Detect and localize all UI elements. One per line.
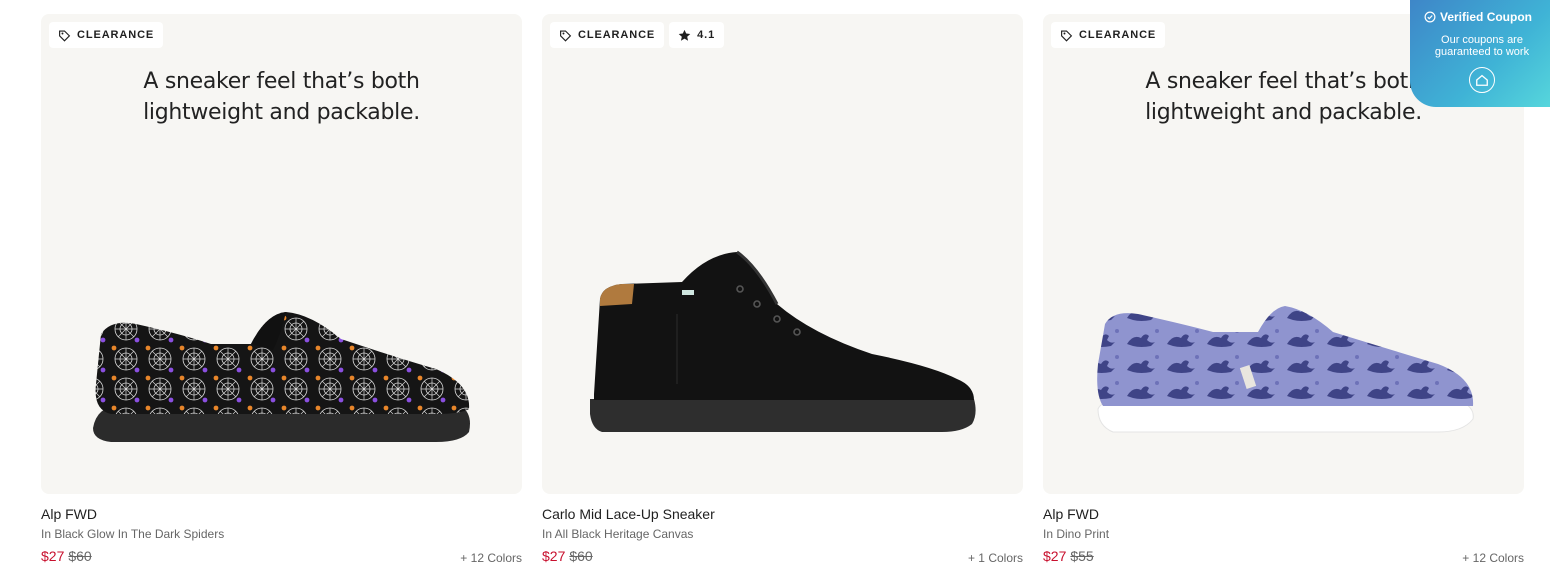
product-card[interactable]: CLEARANCE 4.1 Carlo Mid Lace-Up Sneaker …: [542, 14, 1023, 574]
color-count[interactable]: + 12 Colors: [1462, 551, 1524, 565]
home-icon: [1476, 74, 1488, 86]
color-count[interactable]: + 12 Colors: [460, 551, 522, 565]
price-row: $27 $55: [1043, 548, 1094, 564]
product-variant: In All Black Heritage Canvas: [542, 527, 694, 541]
product-grid: CLEARANCE A sneaker feel that’s both lig…: [41, 14, 1524, 574]
sale-price: $27: [1043, 548, 1067, 564]
coupon-title-row: Verified Coupon: [1424, 10, 1532, 24]
sale-price: $27: [41, 548, 65, 564]
product-info: Alp FWD In Dino Print $27 $55 + 12 Colors: [1043, 494, 1524, 574]
original-price: $60: [569, 548, 593, 564]
product-card[interactable]: CLEARANCE A sneaker feel that’s both lig…: [41, 14, 522, 574]
product-image-tile[interactable]: CLEARANCE 4.1: [542, 14, 1023, 494]
coupon-subtitle: Our coupons are guaranteed to work: [1434, 34, 1530, 58]
shoe-image-carlo-black: [590, 250, 976, 432]
product-variant: In Black Glow In The Dark Spiders: [41, 527, 225, 541]
product-info: Alp FWD In Black Glow In The Dark Spider…: [41, 494, 522, 574]
price-row: $27 $60: [41, 548, 92, 564]
color-count[interactable]: + 1 Colors: [968, 551, 1023, 565]
price-row: $27 $60: [542, 548, 593, 564]
coupon-title: Verified Coupon: [1440, 10, 1533, 24]
product-info: Carlo Mid Lace-Up Sneaker In All Black H…: [542, 494, 1023, 574]
product-name[interactable]: Carlo Mid Lace-Up Sneaker: [542, 506, 715, 522]
product-image-tile[interactable]: CLEARANCE A sneaker feel that’s both lig…: [41, 14, 522, 494]
shoe-image-spiders: [93, 312, 470, 442]
sale-price: $27: [542, 548, 566, 564]
product-name[interactable]: Alp FWD: [41, 506, 97, 522]
product-variant: In Dino Print: [1043, 527, 1110, 541]
verified-coupon-widget[interactable]: Verified Coupon Our coupons are guarante…: [1410, 0, 1550, 107]
original-price: $55: [1070, 548, 1094, 564]
coupon-home-button[interactable]: [1469, 67, 1495, 93]
product-name[interactable]: Alp FWD: [1043, 506, 1099, 522]
original-price: $60: [68, 548, 92, 564]
check-circle-icon: [1424, 11, 1436, 23]
